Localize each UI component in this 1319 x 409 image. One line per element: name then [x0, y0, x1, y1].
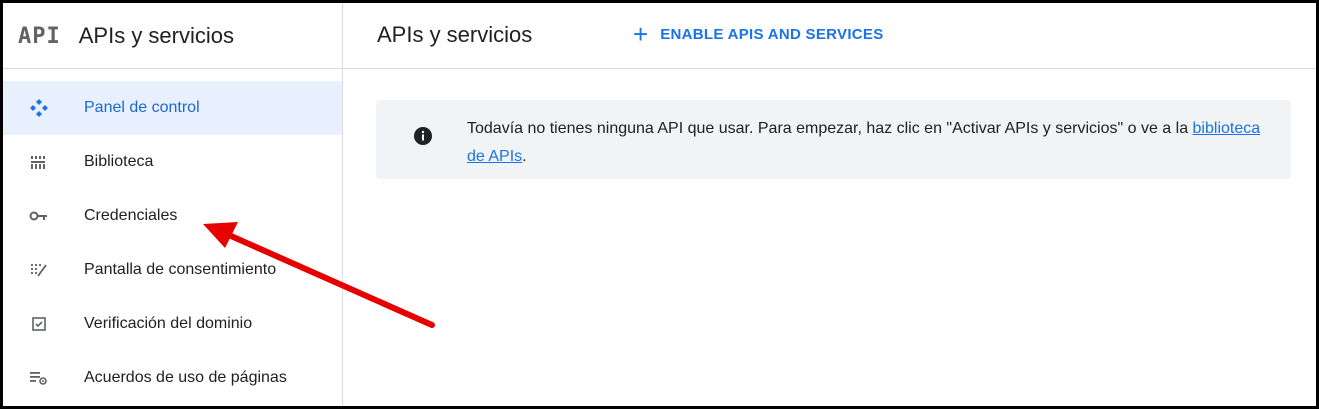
info-message: Todavía no tienes ninguna API que usar. …: [467, 115, 1267, 171]
dashboard-icon: [28, 97, 50, 119]
sidebar-item-credenciales[interactable]: Credenciales: [3, 189, 342, 243]
page-title: APIs y servicios: [377, 22, 533, 47]
enable-apis-button[interactable]: + ENABLE APIS AND SERVICES: [633, 19, 884, 49]
library-icon: [28, 151, 50, 173]
sidebar-item-label: Acuerdos de uso de páginas: [84, 369, 287, 386]
sidebar-item-label: Verificación del dominio: [84, 315, 253, 332]
sidebar-item-label: Panel de control: [84, 99, 200, 116]
top-bar: API APIs y servicios APIs y servicios + …: [3, 3, 1316, 69]
sidebar-nav: Panel de control Biblioteca Credenciales…: [3, 69, 343, 406]
info-banner: Todavía no tienes ninguna API que usar. …: [376, 100, 1291, 179]
sidebar-item-panel-de-control[interactable]: Panel de control: [3, 81, 342, 135]
consent-screen-icon: [28, 259, 50, 281]
brand: API APIs y servicios: [3, 3, 343, 69]
api-logo: API: [18, 23, 61, 49]
key-icon: [28, 205, 50, 227]
info-icon: [413, 126, 433, 146]
sidebar-item-biblioteca[interactable]: Biblioteca: [3, 135, 342, 189]
sidebar-item-label: Pantalla de consentimiento: [84, 261, 277, 278]
sidebar-item-pantalla-de-consentimiento[interactable]: Pantalla de consentimiento: [3, 243, 342, 297]
info-message-text: Todavía no tienes ninguna API que usar. …: [467, 120, 1193, 137]
checkbox-icon: [28, 313, 50, 335]
plus-icon: +: [633, 19, 649, 49]
info-message-end: .: [522, 148, 527, 165]
enable-apis-label: ENABLE APIS AND SERVICES: [660, 25, 884, 43]
sidebar-item-label: Credenciales: [84, 207, 178, 224]
sidebar-item-label: Biblioteca: [84, 153, 154, 170]
sidebar-item-acuerdos-de-uso[interactable]: Acuerdos de uso de páginas: [3, 351, 342, 405]
settings-list-icon: [28, 367, 50, 389]
sidebar-item-verificacion-del-dominio[interactable]: Verificación del dominio: [3, 297, 342, 351]
app-title: APIs y servicios: [78, 23, 235, 48]
app-window: API APIs y servicios APIs y servicios + …: [0, 0, 1319, 409]
